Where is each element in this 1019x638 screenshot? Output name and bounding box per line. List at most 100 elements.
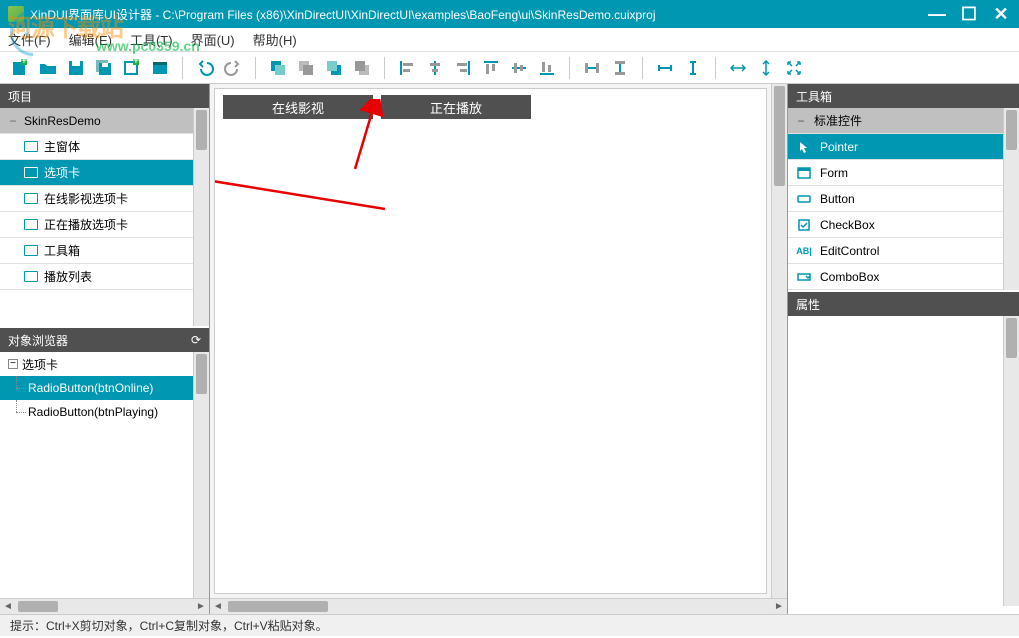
canvas-tab[interactable]: 正在播放 <box>381 95 531 119</box>
object-tree: − 选项卡 RadioButton(btnOnline) RadioButton(… <box>0 352 193 598</box>
folder-icon <box>24 193 38 204</box>
save-icon[interactable] <box>64 56 88 80</box>
toolbar-separator <box>182 57 183 79</box>
object-item[interactable]: RadioButton(btnPlaying) <box>0 400 193 424</box>
fit-both-icon[interactable] <box>782 56 806 80</box>
design-canvas[interactable]: 在线影视 正在播放 <box>214 88 767 594</box>
project-root[interactable]: − SkinResDemo <box>0 108 193 134</box>
toolbar: + + <box>0 52 1019 84</box>
properties-panel-header: 属性 <box>788 292 1019 316</box>
toolbox-panel-header: 工具箱 <box>788 84 1019 108</box>
project-root-label: SkinResDemo <box>24 114 101 128</box>
new-form-icon[interactable]: + <box>120 56 144 80</box>
send-back-icon[interactable] <box>350 56 374 80</box>
canvas-vscroll[interactable] <box>771 84 787 598</box>
object-vscroll[interactable] <box>193 352 209 598</box>
bring-forward-icon[interactable] <box>294 56 318 80</box>
collapse-icon[interactable]: − <box>8 359 18 369</box>
project-item[interactable]: 主窗体 <box>0 134 193 160</box>
same-width-icon[interactable] <box>653 56 677 80</box>
same-height-icon[interactable] <box>681 56 705 80</box>
distribute-h-icon[interactable] <box>580 56 604 80</box>
statusbar: 提示：Ctrl+X剪切对象，Ctrl+C复制对象，Ctrl+V粘贴对象。 <box>0 614 1019 636</box>
folder-icon <box>24 219 38 230</box>
scroll-left-icon[interactable]: ◄ <box>210 601 226 612</box>
redo-icon[interactable] <box>221 56 245 80</box>
folder-icon <box>24 271 38 282</box>
toolbox-item-combobox[interactable]: ComboBox <box>788 264 1003 290</box>
project-item[interactable]: 正在播放选项卡 <box>0 212 193 238</box>
toolbox-vscroll[interactable] <box>1003 108 1019 290</box>
align-left-icon[interactable] <box>395 56 419 80</box>
properties-vscroll[interactable] <box>1003 316 1019 606</box>
scroll-right-icon[interactable]: ► <box>771 601 787 612</box>
properties-body <box>788 316 1003 606</box>
project-item[interactable]: 在线影视选项卡 <box>0 186 193 212</box>
svg-text:+: + <box>20 58 27 67</box>
toolbar-separator <box>642 57 643 79</box>
open-file-icon[interactable] <box>36 56 60 80</box>
canvas-tab[interactable]: 在线影视 <box>223 95 373 119</box>
left-hscroll[interactable]: ◄ ► <box>0 598 209 614</box>
toolbox-category[interactable]: − 标准控件 <box>788 108 1003 134</box>
maximize-button[interactable]: ☐ <box>959 5 979 23</box>
toolbox-item-label: ComboBox <box>820 270 879 284</box>
align-middle-v-icon[interactable] <box>507 56 531 80</box>
project-item[interactable]: 播放列表 <box>0 264 193 290</box>
project-vscroll[interactable] <box>193 108 209 326</box>
object-panel-header: 对象浏览器 ⟳ <box>0 328 209 352</box>
toolbox-item-checkbox[interactable]: CheckBox <box>788 212 1003 238</box>
toolbox-item-label: Form <box>820 166 848 180</box>
align-right-icon[interactable] <box>451 56 475 80</box>
collapse-icon[interactable]: − <box>8 114 18 128</box>
toolbox-item-label: Button <box>820 192 855 206</box>
panel-icon[interactable] <box>148 56 172 80</box>
menu-ui[interactable]: 界面(U) <box>191 30 235 49</box>
fit-height-icon[interactable] <box>754 56 778 80</box>
annotation-arrow <box>214 159 405 219</box>
menu-file[interactable]: 文件(F) <box>8 30 51 49</box>
object-panel-title: 对象浏览器 <box>8 332 68 349</box>
menu-help[interactable]: 帮助(H) <box>253 30 297 49</box>
menu-edit[interactable]: 编辑(E) <box>69 30 112 49</box>
toolbox-item-form[interactable]: Form <box>788 160 1003 186</box>
project-item[interactable]: 工具箱 <box>0 238 193 264</box>
fit-width-icon[interactable] <box>726 56 750 80</box>
distribute-v-icon[interactable] <box>608 56 632 80</box>
new-file-icon[interactable]: + <box>8 56 32 80</box>
editcontrol-icon: AB| <box>796 244 812 258</box>
pointer-icon <box>796 140 812 154</box>
object-item[interactable]: RadioButton(btnOnline) <box>0 376 193 400</box>
project-item[interactable]: 选项卡 <box>0 160 193 186</box>
toolbox-item-editcontrol[interactable]: AB|EditControl <box>788 238 1003 264</box>
button-icon <box>796 192 812 206</box>
toolbar-separator <box>715 57 716 79</box>
undo-icon[interactable] <box>193 56 217 80</box>
bring-front-icon[interactable] <box>266 56 290 80</box>
align-center-h-icon[interactable] <box>423 56 447 80</box>
object-root-label: 选项卡 <box>22 356 58 373</box>
project-item-label: 选项卡 <box>44 164 80 181</box>
toolbox-item-button[interactable]: Button <box>788 186 1003 212</box>
minimize-button[interactable]: — <box>927 5 947 23</box>
folder-icon <box>24 167 38 178</box>
scroll-left-icon[interactable]: ◄ <box>0 601 16 612</box>
svg-text:+: + <box>132 58 139 67</box>
toolbox-item-pointer[interactable]: Pointer <box>788 134 1003 160</box>
object-root[interactable]: − 选项卡 <box>0 352 193 376</box>
align-bottom-icon[interactable] <box>535 56 559 80</box>
refresh-icon[interactable]: ⟳ <box>191 333 201 347</box>
object-item-label: RadioButton(btnPlaying) <box>28 405 158 419</box>
project-blank-area <box>0 290 193 326</box>
titlebar: XinDUI界面库UI设计器 - C:\Program Files (x86)\… <box>0 0 1019 28</box>
save-all-icon[interactable] <box>92 56 116 80</box>
scroll-right-icon[interactable]: ► <box>193 601 209 612</box>
toolbox-category-label: 标准控件 <box>814 112 862 129</box>
canvas-hscroll[interactable]: ◄ ► <box>210 598 787 614</box>
align-top-icon[interactable] <box>479 56 503 80</box>
menu-tool[interactable]: 工具(T) <box>130 30 173 49</box>
send-backward-icon[interactable] <box>322 56 346 80</box>
close-button[interactable]: ✕ <box>991 5 1011 23</box>
collapse-icon[interactable]: − <box>796 114 806 128</box>
checkbox-icon <box>796 218 812 232</box>
